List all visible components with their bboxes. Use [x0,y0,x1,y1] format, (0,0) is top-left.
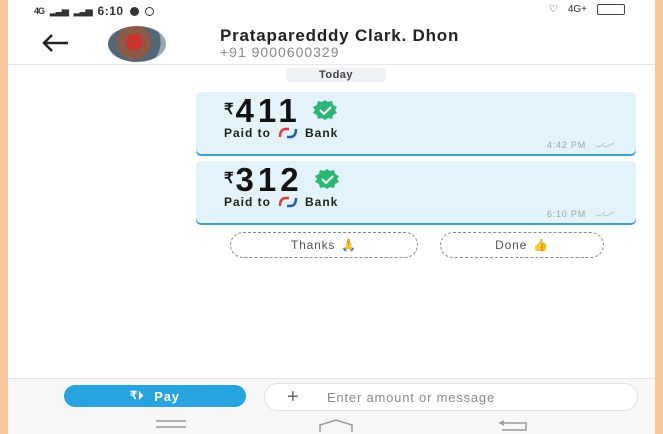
contact-avatar[interactable] [108,26,166,62]
paid-to-line: Paid to Bank [224,126,338,140]
pay-button-label: Pay [154,388,180,404]
nav-back-icon[interactable] [496,419,530,431]
chat-header: Prataparedddy Clark. Dhon +91 9000600329 [8,22,655,66]
home-icon[interactable] [316,419,356,433]
payment-amount: ₹ 411 [224,94,339,128]
paid-to-label: Paid to [224,126,272,140]
plus-icon[interactable]: + [287,387,307,407]
status-time: 6:10 [97,4,124,18]
currency-symbol: ₹ [224,101,234,118]
message-time: 6:10 PM [546,209,586,219]
payment-message[interactable]: ₹ 411 Paid to Bank 4:42 PM [196,92,636,154]
bottom-bar: ₹⏵ Pay + Enter amount or message [8,378,655,434]
bank-label: Bank [305,195,339,209]
quick-reply-label: Done [495,238,528,252]
contact-name[interactable]: Prataparedddy Clark. Dhon [220,26,459,46]
status-left: 4G ▂▃▅ ▂▃▅ 6:10 [34,4,154,18]
payment-amount: ₹ 312 [224,163,341,197]
status-right: ♡ 4G+ [549,4,625,15]
phone-screen: 4G ▂▃▅ ▂▃▅ 6:10 ♡ 4G+ Prataparedddy Clar… [8,0,655,434]
status-bar: 4G ▂▃▅ ▂▃▅ 6:10 ♡ 4G+ [8,0,655,22]
thumbs-up-icon: 👍 [533,238,549,252]
quick-reply-thanks[interactable]: Thanks 🙏 [230,232,418,258]
verified-check-icon [312,100,337,120]
contact-phone: +91 9000600329 [220,44,340,60]
sync-icon [144,6,154,16]
amount-value: 411 [235,92,301,129]
battery-icon [597,4,625,15]
folded-hands-icon: 🙏 [341,238,357,252]
date-chip: Today [286,68,386,82]
quick-reply-done[interactable]: Done 👍 [440,232,604,258]
paid-to-label: Paid to [224,195,272,209]
verified-check-icon [314,169,339,189]
payment-message[interactable]: ₹ 312 Paid to Bank 6:10 PM [196,161,636,223]
signal-icon: ▂▃▅ [50,5,69,16]
notification-icon [129,6,139,16]
rupee-pay-icon: ₹⏵ [130,390,145,402]
pay-button[interactable]: ₹⏵ Pay [64,385,246,407]
sent-tick-icon [595,211,615,217]
network-type: 4G [34,6,45,16]
network-speed: 4G+ [567,4,587,15]
bank-logo-icon [278,127,298,139]
signal-icon-2: ▂▃▅ [73,5,93,16]
input-placeholder: Enter amount or message [327,389,495,405]
paid-to-line: Paid to Bank [224,195,338,209]
quick-reply-label: Thanks [291,238,336,252]
currency-symbol: ₹ [224,170,234,187]
message-time: 4:42 PM [546,140,586,150]
bank-logo-icon [278,196,298,208]
bank-label: Bank [305,126,339,140]
menu-icon[interactable] [154,419,188,429]
header-divider [8,64,655,65]
back-arrow-icon[interactable] [34,28,74,58]
amount-value: 312 [235,161,303,198]
message-input[interactable]: + Enter amount or message [264,383,638,411]
sent-tick-icon [595,142,615,148]
wifi-icon: ♡ [548,4,558,15]
